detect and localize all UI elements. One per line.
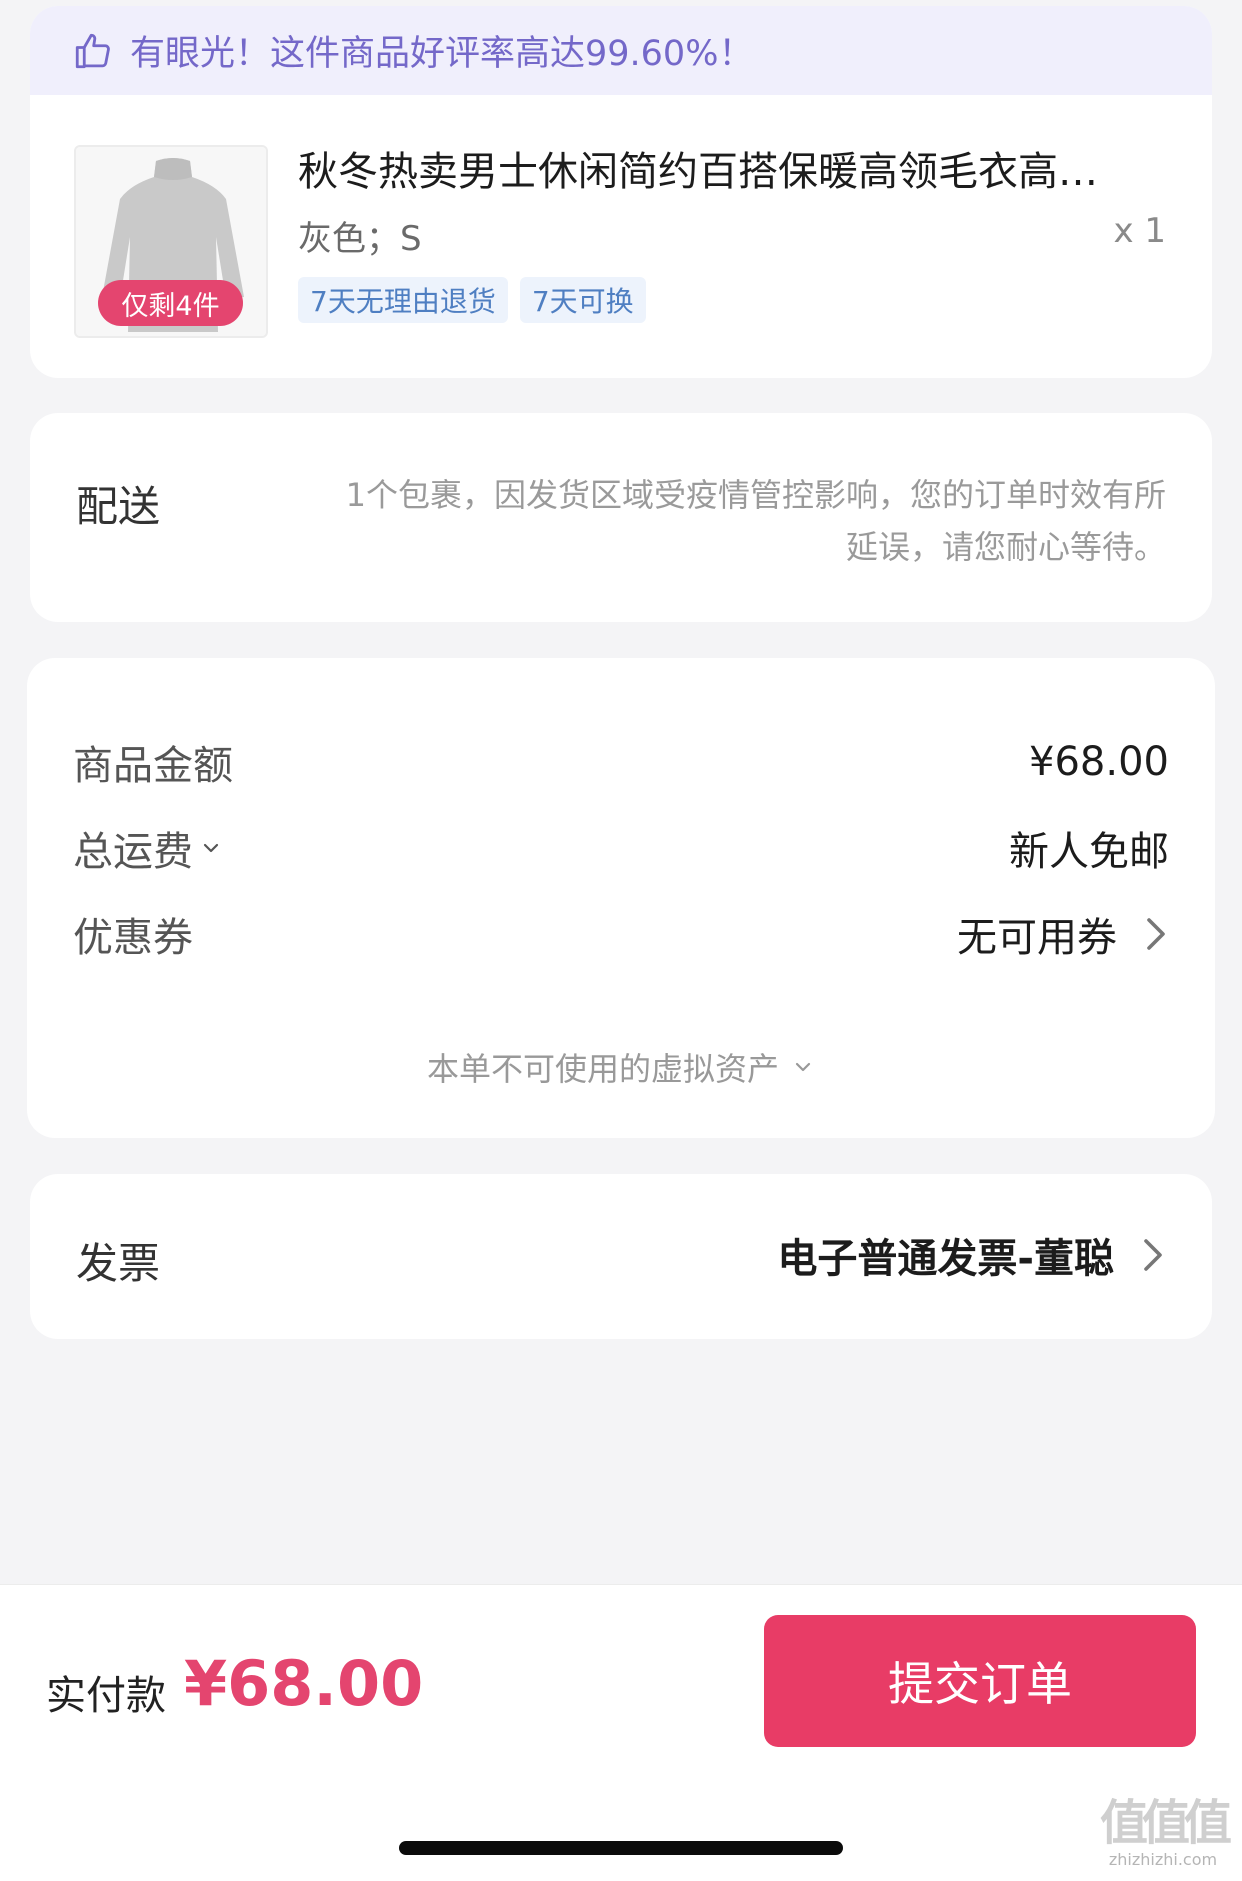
shipping-value: 新人免邮 — [1009, 829, 1169, 875]
product-card: 有眼光！这件商品好评率高达99.60%！ 仅剩4件 秋冬热卖男士休闲简约百搭保暖… — [30, 6, 1212, 378]
stock-badge: 仅剩4件 — [98, 280, 243, 326]
banner-text: 有眼光！这件商品好评率高达99.60%！ — [130, 34, 754, 74]
praise-banner: 有眼光！这件商品好评率高达99.60%！ — [30, 6, 1212, 95]
product-image[interactable]: 仅剩4件 — [74, 145, 268, 338]
chevron-right-icon — [1144, 1239, 1162, 1271]
submit-order-button[interactable]: 提交订单 — [764, 1615, 1196, 1747]
shipping-row[interactable]: 总运费 新人免邮 — [73, 818, 1169, 878]
watermark-glyphs: 值值值 — [1099, 1795, 1232, 1851]
checkout-bar: 实付款 ¥68.00 提交订单 — [0, 1584, 1242, 1881]
delivery-note-line1: 1个包裹，因发货区域受疫情管控影响，您的订单时效有所 — [345, 476, 1166, 514]
chevron-right-icon — [1147, 918, 1165, 950]
delivery-card: 配送 1个包裹，因发货区域受疫情管控影响，您的订单时效有所 延误，请您耐心等待。 — [30, 413, 1212, 622]
chevron-down-icon — [795, 1062, 811, 1072]
shipping-toggle[interactable]: 总运费 — [73, 819, 223, 877]
virtual-assets-label: 本单不可使用的虚拟资产 — [426, 1050, 779, 1088]
tag-7day-exchange: 7天可换 — [519, 277, 646, 323]
product-item[interactable]: 仅剩4件 秋冬热卖男士休闲简约百搭保暖高领毛衣高… 灰色；S x 1 7天无理由… — [30, 95, 1212, 378]
goods-amount-value: ¥68.00 — [1029, 739, 1169, 785]
service-tags: 7天无理由退货 7天可换 — [298, 277, 646, 323]
paid-label: 实付款 — [46, 1673, 166, 1719]
goods-amount-label: 商品金额 — [73, 743, 233, 789]
goods-amount-row: 商品金额 ¥68.00 — [73, 732, 1169, 792]
invoice-selector[interactable]: 电子普通发票-董聪 — [777, 1226, 1166, 1284]
watermark-text: zhizhizhi.com — [1108, 1850, 1218, 1869]
delivery-label: 配送 — [76, 482, 161, 531]
coupon-value: 无可用券 — [957, 915, 1117, 961]
order-confirm-page: 有眼光！这件商品好评率高达99.60%！ 仅剩4件 秋冬热卖男士休闲简约百搭保暖… — [0, 0, 1242, 1881]
paid-amount: ¥68.00 — [184, 1647, 424, 1720]
product-quantity: x 1 — [1113, 211, 1166, 251]
product-spec: 灰色；S — [298, 219, 422, 259]
price-card: 商品金额 ¥68.00 总运费 新人免邮 优惠券 无可用券 本单不可使用的虚拟资… — [27, 658, 1215, 1138]
coupon-selector[interactable]: 无可用券 — [957, 905, 1169, 963]
home-indicator[interactable] — [399, 1841, 843, 1855]
invoice-card[interactable]: 发票 电子普通发票-董聪 — [30, 1174, 1212, 1339]
coupon-row[interactable]: 优惠券 无可用券 — [73, 904, 1169, 964]
watermark: 值值值 zhizhizhi.com — [1092, 1796, 1234, 1876]
invoice-label: 发票 — [76, 1239, 161, 1288]
tag-7day-return: 7天无理由退货 — [298, 277, 508, 323]
chevron-down-icon — [203, 843, 219, 853]
invoice-value: 电子普通发票-董聪 — [777, 1236, 1114, 1282]
product-title[interactable]: 秋冬热卖男士休闲简约百搭保暖高领毛衣高… — [298, 139, 1158, 197]
virtual-assets-toggle[interactable]: 本单不可使用的虚拟资产 — [27, 1044, 1215, 1090]
shipping-label: 总运费 — [73, 829, 193, 875]
delivery-note-line2: 延误，请您耐心等待。 — [845, 528, 1166, 566]
thumbs-up-icon — [75, 33, 110, 68]
delivery-note: 1个包裹，因发货区域受疫情管控影响，您的订单时效有所 延误，请您耐心等待。 — [246, 469, 1166, 573]
coupon-label: 优惠券 — [73, 915, 193, 961]
